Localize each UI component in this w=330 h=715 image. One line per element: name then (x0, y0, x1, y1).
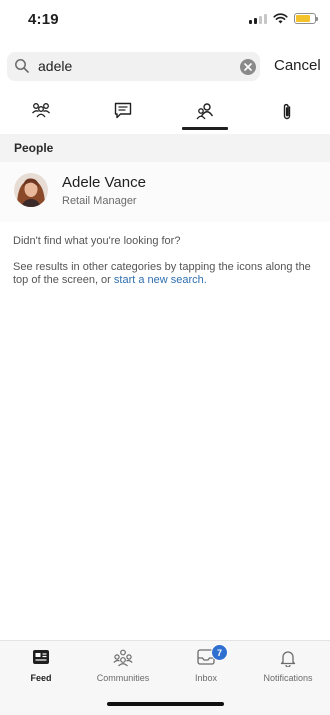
person-name: Adele Vance (62, 174, 146, 191)
status-bar: 4:19 (0, 0, 330, 40)
wifi-icon (273, 13, 288, 24)
nav-notifications[interactable]: Notifications (247, 641, 329, 691)
status-time: 4:19 (28, 11, 59, 28)
tab-conversations[interactable] (100, 96, 146, 130)
no-results-question: Didn't find what you're looking for? (13, 235, 181, 247)
new-search-link[interactable]: start a new search. (114, 274, 207, 286)
groups-icon (32, 103, 50, 118)
files-icon (283, 103, 291, 120)
communities-icon (113, 649, 133, 667)
nav-communities[interactable]: Communities (82, 641, 164, 691)
tab-files[interactable] (264, 96, 310, 130)
nav-label-feed: Feed (30, 673, 52, 683)
people-section-header: People (0, 134, 330, 162)
tab-groups[interactable] (18, 96, 64, 130)
nav-feed[interactable]: Feed (0, 641, 82, 691)
search-row: adele Cancel (7, 52, 330, 82)
bell-icon (280, 651, 296, 667)
search-icon (15, 59, 29, 73)
inbox-badge: 7 (211, 644, 228, 661)
cancel-button[interactable]: Cancel (274, 57, 321, 74)
section-title: People (14, 141, 54, 155)
feed-icon (33, 650, 49, 664)
conversations-icon (114, 102, 132, 119)
signal-icon (249, 13, 267, 24)
nav-label-communities: Communities (96, 673, 150, 683)
tab-people[interactable] (182, 96, 228, 130)
nav-inbox[interactable]: 7 Inbox (165, 641, 247, 691)
clear-icon[interactable] (240, 59, 256, 75)
battery-icon (294, 13, 318, 24)
status-icons (249, 13, 318, 24)
avatar (14, 173, 48, 207)
category-tabs (0, 96, 330, 130)
search-value[interactable]: adele (38, 58, 72, 74)
person-result-row[interactable]: Adele Vance Retail Manager (0, 162, 330, 222)
no-results-detail: See results in other categories by tappi… (13, 261, 313, 287)
home-indicator (107, 702, 224, 706)
search-input[interactable]: adele (7, 52, 260, 81)
nav-label-inbox: Inbox (194, 673, 218, 683)
nav-label-notifications: Notifications (263, 673, 313, 683)
person-title: Retail Manager (62, 195, 137, 207)
people-icon (196, 103, 214, 120)
active-tab-indicator (182, 127, 228, 130)
